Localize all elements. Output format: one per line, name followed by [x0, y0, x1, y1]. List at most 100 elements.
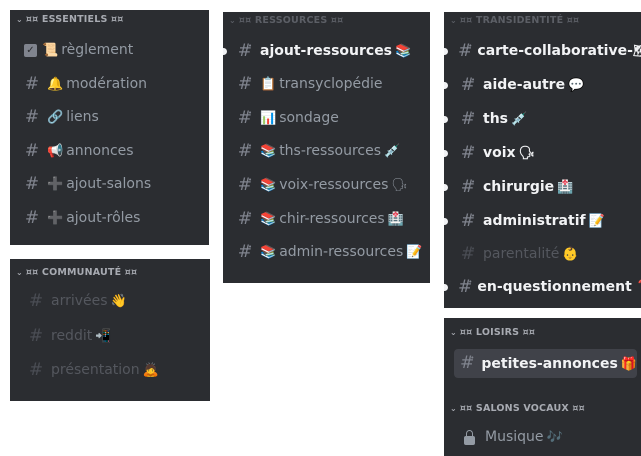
- voice-channel-musique[interactable]: Musique 🎶: [464, 424, 641, 450]
- channel-label: en-questionnement: [477, 279, 632, 295]
- category-header-communaute[interactable]: ⌄ ¤¤ COMMUNAUTÉ ¤¤: [16, 267, 137, 279]
- unread-indicator: [223, 48, 227, 55]
- hash-icon: #•: [459, 353, 475, 373]
- channel-label: présentation: [51, 362, 140, 378]
- syringe-icon: 💉: [511, 112, 528, 127]
- channel-label: ajout-salons: [66, 176, 152, 192]
- hash-icon: #•: [458, 40, 473, 61]
- channel-label: ajout-rôles: [66, 210, 141, 226]
- waving-hand-icon: 👋: [110, 294, 127, 309]
- question-mark-icon: ❓: [635, 281, 641, 294]
- hash-icon: #•: [237, 140, 253, 161]
- bell-icon: 🔔: [47, 77, 64, 92]
- channel-liens[interactable]: # 🔗 liens: [22, 104, 209, 130]
- channel-ths-ressources[interactable]: #• 📚 ths-ressources 💉: [235, 138, 430, 164]
- channel-label: admin-ressources: [279, 244, 404, 260]
- baby-icon: 👶: [562, 247, 579, 262]
- channel-voix[interactable]: #• voix 🗣: [458, 140, 641, 166]
- channel-voix-ressources[interactable]: #• 📚 voix-ressources 🗣: [235, 172, 430, 198]
- category-title: ¤¤ RESSOURCES ¤¤: [238, 15, 344, 26]
- category-header-loisirs[interactable]: ⌄ ¤¤ LOISIRS ¤¤: [450, 327, 535, 339]
- lock-icon: [464, 429, 475, 445]
- channel-arrivees[interactable]: # arrivées 👋: [26, 288, 210, 314]
- channel-petites-annonces[interactable]: #• petites-annonces 🎁: [454, 349, 637, 378]
- channel-moderation[interactable]: # 🔔 modération: [22, 71, 209, 97]
- channel-chir-ressources[interactable]: #• 📚 chir-ressources 🏥: [235, 206, 430, 232]
- category-header-essentiels[interactable]: ⌄ ¤¤ ESSENTIELS ¤¤: [16, 14, 124, 26]
- channel-label: arrivées: [51, 293, 108, 309]
- channel-label: chir-ressources: [279, 211, 385, 227]
- books-icon: 📚: [260, 245, 277, 260]
- world-map-icon: 🗺: [633, 45, 641, 58]
- hash-icon: #•: [237, 107, 253, 128]
- unread-indicator: [444, 284, 448, 291]
- channel-reddit[interactable]: # reddit 📲: [26, 323, 210, 349]
- chevron-down-icon: ⌄: [450, 328, 457, 337]
- unread-indicator: [444, 218, 448, 225]
- category-title: ¤¤ LOISIRS ¤¤: [459, 327, 536, 338]
- speaking-head-icon: 🗣: [391, 178, 408, 193]
- hash-icon: #•: [237, 174, 253, 195]
- hash-icon: #•: [237, 241, 253, 262]
- memo-icon: 📝: [588, 214, 605, 229]
- hospital-icon: 🏥: [557, 180, 574, 195]
- unread-indicator: [444, 82, 448, 89]
- channel-ajout-salons[interactable]: # ➕ ajout-salons: [22, 171, 209, 197]
- channel-aide-autre[interactable]: #• aide-autre 💬: [458, 72, 641, 98]
- hash-icon: #: [24, 207, 40, 228]
- channel-parentalite[interactable]: #• parentalité 👶: [458, 241, 641, 267]
- category-header-ressources[interactable]: ⌄ ¤¤ RESSOURCES ¤¤: [229, 15, 343, 27]
- category-panel-ressources: ⌄ ¤¤ RESSOURCES ¤¤ #• ajout-ressources 📚 #…: [223, 12, 430, 283]
- channel-en-questionnement[interactable]: #• en-questionnement❓: [458, 274, 641, 300]
- channel-annonces[interactable]: # 📢 annonces: [22, 138, 209, 164]
- channel-ajout-ressources[interactable]: #• ajout-ressources 📚: [235, 38, 430, 64]
- category-header-salons-vocaux[interactable]: ⌄ ¤¤ SALONS VOCAUX ¤¤: [450, 403, 585, 415]
- channel-label: transyclopédie: [279, 76, 383, 92]
- channel-admin-ressources[interactable]: #• 📚 admin-ressources 📝: [235, 239, 430, 265]
- bar-chart-icon: 📊: [260, 111, 277, 126]
- channel-label: règlement: [61, 42, 134, 58]
- channel-sondage[interactable]: #• 📊 sondage: [235, 105, 430, 131]
- memo-icon: 📝: [406, 245, 423, 260]
- chevron-down-icon: ⌄: [16, 268, 23, 277]
- hash-icon: #: [28, 359, 44, 380]
- category-title: ¤¤ ESSENTIELS ¤¤: [25, 14, 124, 25]
- chevron-down-icon: ⌄: [229, 16, 236, 25]
- channel-chirurgie[interactable]: #• chirurgie 🏥: [458, 174, 641, 200]
- link-icon: 🔗: [47, 110, 64, 125]
- books-icon: 📚: [260, 178, 277, 193]
- chevron-down-icon: ⌄: [450, 16, 457, 25]
- music-notes-icon: 🎶: [546, 430, 563, 445]
- hash-icon: #: [24, 73, 40, 94]
- hash-icon: #•: [460, 176, 476, 197]
- books-icon: 📚: [260, 212, 277, 227]
- category-header-transidentite[interactable]: ⌄ ¤¤ TRANSIDENTITÉ ¤¤: [450, 15, 579, 27]
- bowing-person-icon: 🙇: [142, 363, 159, 378]
- hash-icon: #•: [458, 276, 473, 297]
- books-icon: 📚: [260, 144, 277, 159]
- category-title: ¤¤ COMMUNAUTÉ ¤¤: [25, 267, 138, 278]
- hash-icon: #•: [460, 243, 476, 264]
- hash-icon: #•: [237, 73, 253, 94]
- syringe-icon: 💉: [384, 144, 401, 159]
- channel-carte-collaborative[interactable]: #• carte-collaborative-🗺: [458, 38, 641, 64]
- hospital-icon: 🏥: [387, 212, 404, 227]
- channel-label: aide-autre: [483, 77, 566, 93]
- chevron-down-icon: ⌄: [16, 15, 23, 24]
- category-title: ¤¤ TRANSIDENTITÉ ¤¤: [459, 15, 580, 26]
- category-panel-essentiels: ⌄ ¤¤ ESSENTIELS ¤¤ ✓ 📜 règlement # 🔔 modéra…: [10, 10, 209, 245]
- channel-reglement[interactable]: ✓ 📜 règlement: [24, 37, 209, 63]
- speaking-head-icon: 🗣: [518, 146, 536, 161]
- hash-icon: #: [24, 140, 40, 161]
- channel-ajout-roles[interactable]: # ➕ ajout-rôles: [22, 205, 209, 231]
- channel-ths[interactable]: #• ths 💉: [458, 106, 641, 132]
- channel-administratif[interactable]: #• administratif 📝: [458, 208, 641, 234]
- channel-label: Musique: [485, 429, 544, 445]
- speech-bubble-icon: 💬: [568, 78, 585, 93]
- rules-checkbox-icon: ✓: [24, 43, 37, 57]
- channel-transyclopedie[interactable]: #• 📋 transyclopédie: [235, 71, 430, 97]
- books-icon: 📚: [395, 44, 412, 59]
- channel-presentation[interactable]: # présentation 🙇: [26, 357, 210, 383]
- channel-label: ths: [483, 111, 508, 127]
- scroll-icon: 📜: [42, 43, 59, 58]
